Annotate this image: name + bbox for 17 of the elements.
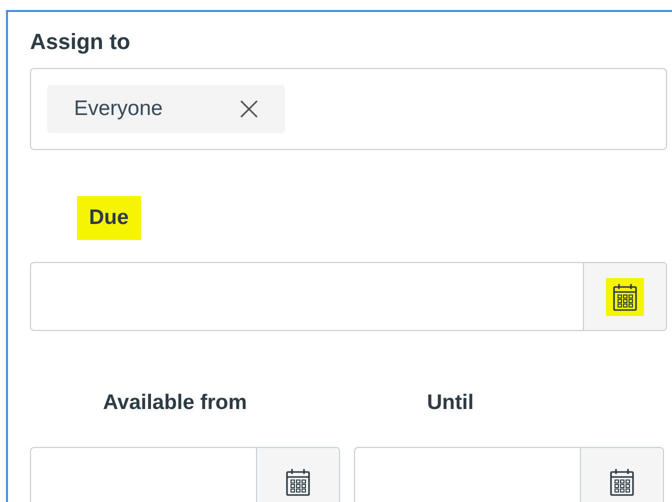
calendar-icon bbox=[609, 466, 635, 496]
section-title: Assign to bbox=[30, 28, 132, 56]
calendar-button[interactable] bbox=[256, 448, 339, 502]
close-icon[interactable] bbox=[239, 99, 259, 119]
date-input-field[interactable] bbox=[354, 447, 664, 502]
date-input-field[interactable] bbox=[30, 262, 667, 331]
calendar-icon bbox=[612, 282, 638, 312]
field-label: Until bbox=[427, 390, 474, 416]
field-label: Available from bbox=[103, 390, 247, 416]
assignee-chip[interactable]: Everyone bbox=[47, 85, 285, 133]
assign-to-field[interactable]: Everyone bbox=[30, 68, 667, 150]
calendar-button[interactable] bbox=[580, 448, 663, 502]
date-input-field[interactable] bbox=[30, 447, 340, 502]
calendar-icon bbox=[285, 466, 311, 496]
calendar-button[interactable] bbox=[583, 263, 666, 330]
field-label: Due bbox=[77, 196, 141, 240]
chip-label: Everyone bbox=[74, 96, 163, 122]
